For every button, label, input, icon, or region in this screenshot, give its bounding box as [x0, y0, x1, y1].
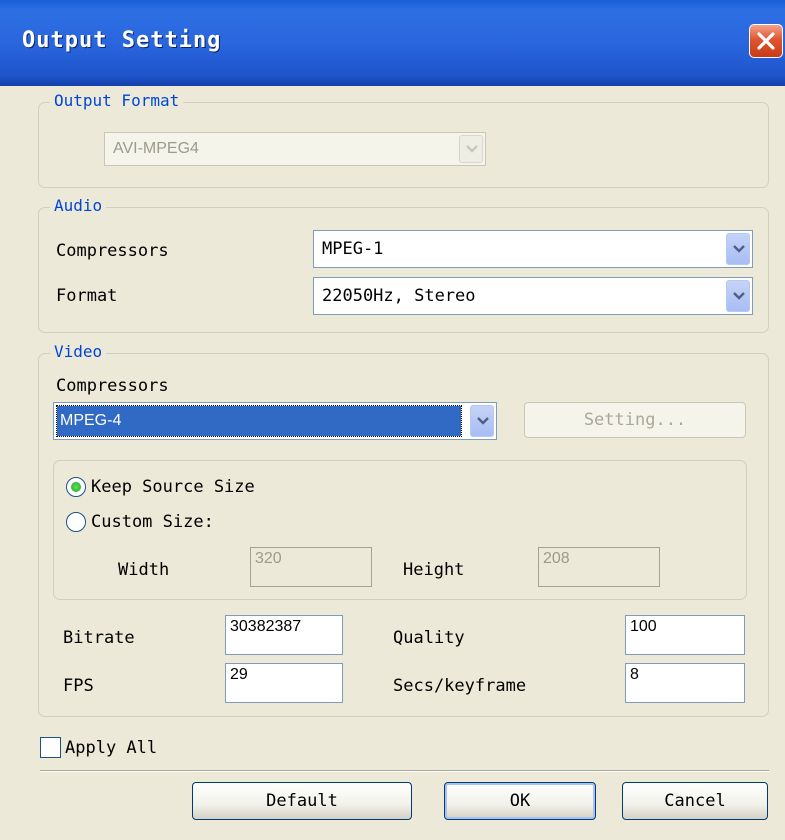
- audio-legend: Audio: [50, 196, 107, 215]
- keep-source-size-radio[interactable]: [66, 477, 86, 497]
- video-setting-button[interactable]: Setting...: [524, 402, 746, 438]
- height-input[interactable]: 208: [538, 547, 660, 587]
- output-format-select[interactable]: AVI-MPEG4: [104, 132, 486, 166]
- chevron-down-icon: [733, 245, 745, 253]
- keep-source-size-label[interactable]: Keep Source Size: [91, 477, 255, 497]
- ok-button[interactable]: OK: [444, 782, 596, 820]
- audio-format-value: 22050Hz, Stereo: [322, 286, 476, 306]
- audio-format-select[interactable]: 22050Hz, Stereo: [313, 277, 753, 315]
- width-input[interactable]: 320: [250, 547, 372, 587]
- audio-compressors-dropdown-arrow[interactable]: [726, 233, 750, 265]
- video-compressors-dropdown-arrow[interactable]: [470, 405, 494, 437]
- bitrate-input[interactable]: 30382387: [225, 615, 343, 655]
- divider-highlight: [40, 771, 769, 772]
- close-button[interactable]: [749, 24, 783, 58]
- secs-keyframe-label: Secs/keyframe: [393, 676, 527, 696]
- cancel-button[interactable]: Cancel: [622, 782, 768, 820]
- output-format-value: AVI-MPEG4: [113, 140, 199, 157]
- apply-all-checkbox[interactable]: [40, 737, 61, 758]
- width-label: Width: [118, 560, 170, 580]
- window-title: Output Setting: [22, 28, 222, 53]
- height-label: Height: [403, 560, 465, 580]
- video-compressors-select[interactable]: MPEG-4: [53, 402, 497, 440]
- radio-selected-dot: [71, 482, 81, 492]
- secs-keyframe-input[interactable]: 8: [625, 663, 745, 703]
- chevron-down-icon: [466, 145, 478, 153]
- quality-input[interactable]: 100: [625, 615, 745, 655]
- fps-input[interactable]: 29: [225, 663, 343, 703]
- bitrate-label: Bitrate: [63, 628, 135, 648]
- custom-size-radio[interactable]: [66, 512, 86, 532]
- video-compressors-label: Compressors: [56, 376, 169, 396]
- apply-all-label[interactable]: Apply All: [65, 738, 157, 758]
- audio-format-dropdown-arrow[interactable]: [726, 280, 750, 312]
- chevron-down-icon: [733, 292, 745, 300]
- output-format-dropdown-arrow[interactable]: [459, 135, 483, 163]
- audio-format-label: Format: [56, 286, 118, 306]
- audio-compressors-label: Compressors: [56, 241, 169, 261]
- audio-compressors-select[interactable]: MPEG-1: [313, 230, 753, 268]
- default-button[interactable]: Default: [192, 782, 412, 820]
- chevron-down-icon: [477, 417, 489, 425]
- custom-size-label[interactable]: Custom Size:: [91, 512, 214, 532]
- fps-label: FPS: [63, 676, 94, 696]
- video-compressors-value: MPEG-4: [60, 412, 122, 429]
- video-legend: Video: [50, 342, 107, 361]
- quality-label: Quality: [393, 628, 465, 648]
- output-format-legend: Output Format: [50, 91, 184, 110]
- title-bar[interactable]: Output Setting: [0, 0, 785, 86]
- audio-compressors-value: MPEG-1: [322, 239, 384, 259]
